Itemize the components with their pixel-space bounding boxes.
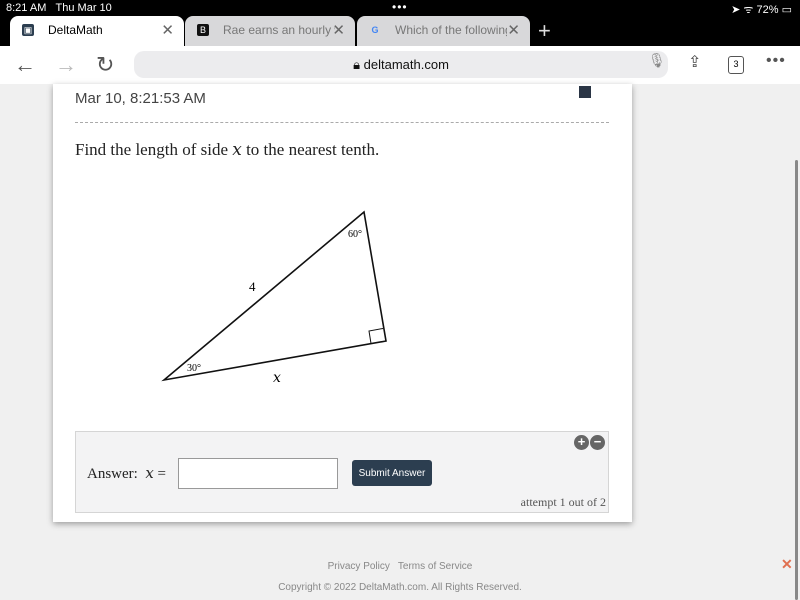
angle-left-label: 30° <box>187 363 201 374</box>
tab-count-button[interactable]: 3 <box>728 56 744 74</box>
deltamath-favicon-icon: ▣ <box>22 24 34 36</box>
close-icon[interactable]: ✕ <box>781 556 793 573</box>
address-bar[interactable]: 🔒︎ deltamath.com <box>134 51 668 78</box>
footer-links: Privacy Policy Terms of Service <box>0 561 800 572</box>
answer-label: Answer: x = <box>87 464 167 482</box>
tab-google[interactable]: GWhich of the following se✕ <box>357 16 530 46</box>
attempt-counter: attempt 1 out of 2 <box>520 495 606 509</box>
status-bar: 8:21 AM Thu Mar 10 ••• ➤ ᯤ 72% ▭ <box>0 0 800 16</box>
google-favicon-icon: G <box>371 25 379 35</box>
zoom-out-icon[interactable]: − <box>590 435 605 450</box>
terms-link[interactable]: Terms of Service <box>398 561 472 572</box>
submit-answer-button[interactable]: Submit Answer <box>352 460 432 486</box>
forward-icon[interactable]: → <box>55 52 77 78</box>
reload-icon[interactable]: ↻ <box>96 52 114 78</box>
status-time: 8:21 AM Thu Mar 10 <box>6 2 112 14</box>
tab-bar: ▣DeltaMath✕ BRae earns an hourly wag✕ GW… <box>0 16 800 46</box>
side-x-label: x <box>273 370 281 386</box>
tab-deltamath[interactable]: ▣ DeltaMath ✕ <box>10 16 184 46</box>
microphone-icon[interactable]: 🎙︎ <box>648 52 666 69</box>
scrollbar[interactable] <box>795 160 798 600</box>
zoom-in-icon[interactable]: + <box>574 435 589 450</box>
more-icon[interactable]: ••• <box>766 52 786 70</box>
brainly-favicon-icon: B <box>197 24 209 36</box>
angle-top-label: 60° <box>348 229 362 240</box>
privacy-link[interactable]: Privacy Policy <box>328 561 390 572</box>
answer-panel: + − Answer: x = Submit Answer attempt 1 … <box>75 431 609 513</box>
copyright: Copyright © 2022 DeltaMath.com. All Righ… <box>278 582 522 593</box>
close-tab-icon[interactable]: ✕ <box>161 21 174 39</box>
hypotenuse-label: 4 <box>249 279 256 294</box>
multitask-dots-icon[interactable]: ••• <box>392 0 408 14</box>
close-tab-icon[interactable]: ✕ <box>507 21 520 39</box>
status-right: ➤ ᯤ 72% ▭ <box>731 4 792 16</box>
share-icon[interactable]: ⇪ <box>688 52 701 72</box>
triangle-diagram: 60° 30° 4 x <box>161 210 387 386</box>
answer-input[interactable] <box>178 458 338 489</box>
tab-rae[interactable]: BRae earns an hourly wag✕ <box>185 16 355 46</box>
browser-toolbar: ← → ↻ 🔒︎ deltamath.com 🎙︎ ⇪ 3 ••• <box>0 46 800 84</box>
problem-card: Mar 10, 8:21:53 AM Find the length of si… <box>53 84 632 522</box>
lock-icon: 🔒︎ <box>353 57 361 72</box>
close-tab-icon[interactable]: ✕ <box>332 21 345 39</box>
back-icon[interactable]: ← <box>14 52 36 78</box>
new-tab-icon[interactable]: + <box>538 18 551 44</box>
